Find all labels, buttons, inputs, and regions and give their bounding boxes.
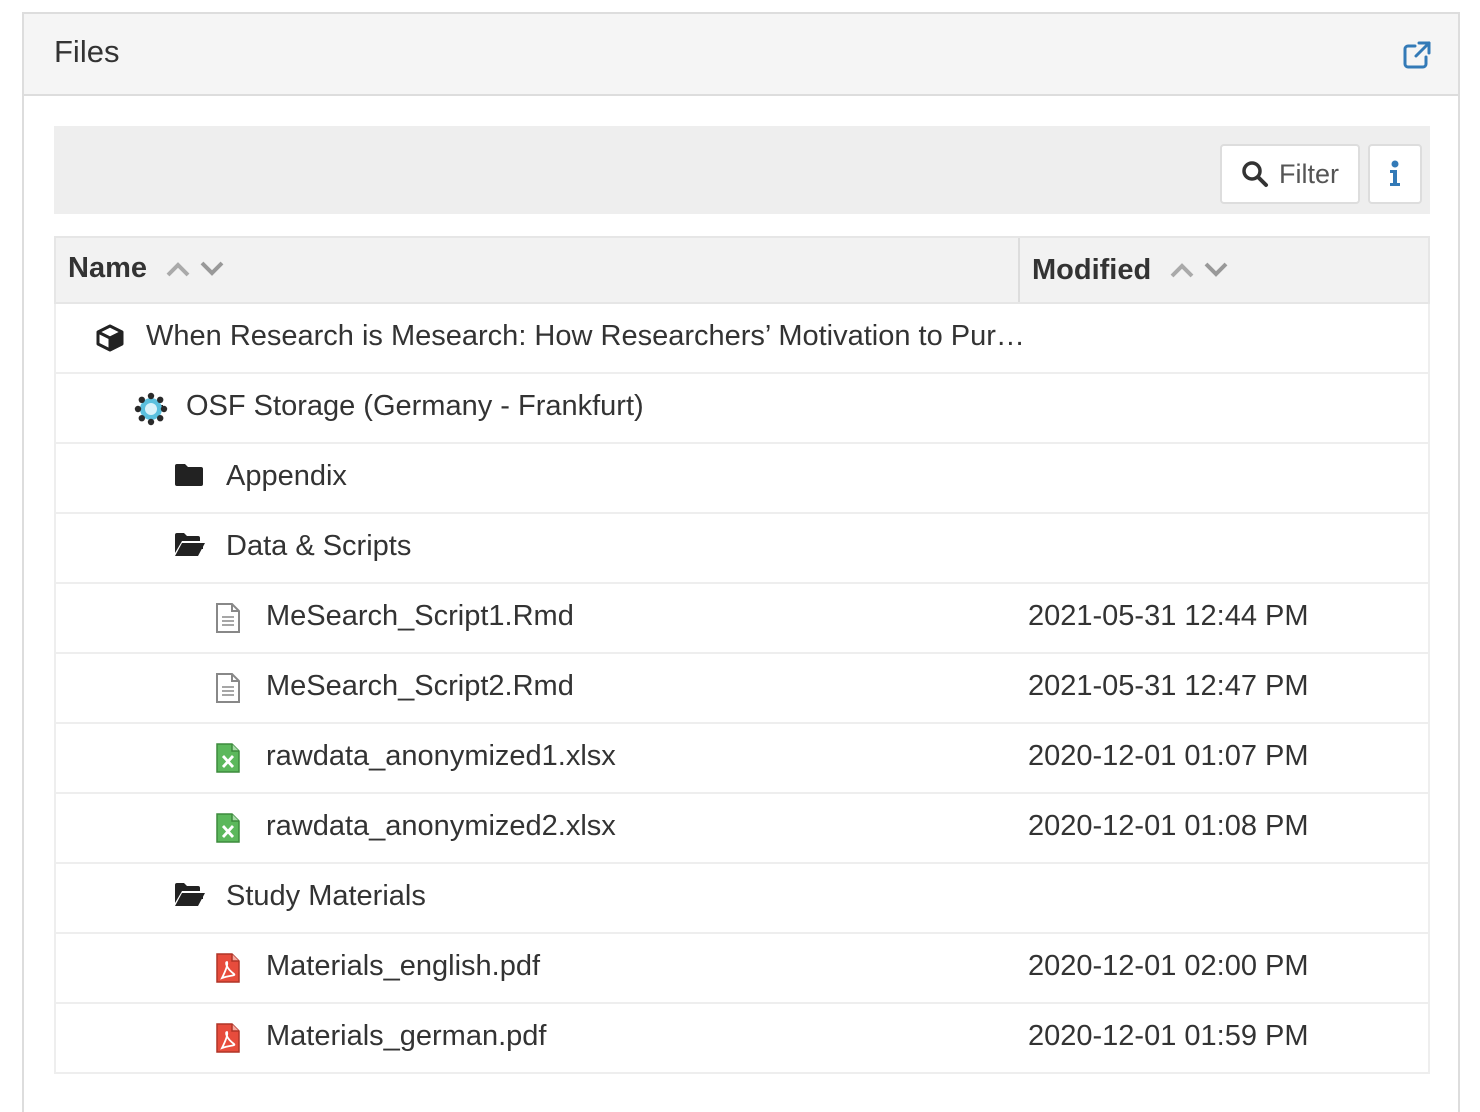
file-name[interactable]: Materials_english.pdf [266,950,540,983]
file-tree-row[interactable]: Materials_english.pdf 2020-12-01 02:00 PM [54,934,1430,1004]
file-name[interactable]: MeSearch_Script2.Rmd [266,670,574,703]
modified-date: 2021-05-31 12:44 PM [1028,600,1309,632]
name-column-header: Name [68,252,225,285]
file-tree-row[interactable]: rawdata_anonymized2.xlsx 2020-12-01 01:08… [54,794,1430,864]
file-name[interactable]: OSF Storage (Germany - Frankfurt) [186,390,644,423]
project-cube-icon [94,322,126,354]
file-name[interactable]: Study Materials [226,880,426,913]
file-name[interactable]: Data & Scripts [226,530,411,563]
files-panel: Files Filter Name Modified When Research… [22,12,1460,1112]
file-tree-row[interactable]: Appendix [54,444,1430,514]
panel-header: Files [24,14,1458,96]
osf-storage-icon [134,392,168,426]
grid-rows: When Research is Mesearch: How Researche… [54,304,1430,1074]
folder-icon [174,462,206,494]
file-name[interactable]: rawdata_anonymized1.xlsx [266,740,616,773]
file-tree-row[interactable]: MeSearch_Script2.Rmd 2021-05-31 12:47 PM [54,654,1430,724]
info-button[interactable] [1368,144,1422,204]
modified-date: 2020-12-01 01:59 PM [1028,1020,1309,1052]
file-tree-row[interactable]: MeSearch_Script1.Rmd 2021-05-31 12:44 PM [54,584,1430,654]
pdf-file-icon [214,952,246,984]
sort-descending-icon[interactable] [199,260,225,278]
text-file-icon [214,672,246,704]
search-icon [1242,161,1268,187]
modified-column-header: Modified [1018,238,1229,302]
info-icon [1390,160,1400,186]
name-column-label: Name [68,252,147,284]
pdf-file-icon [214,1022,246,1054]
file-name[interactable]: MeSearch_Script1.Rmd [266,600,574,633]
file-name[interactable]: Materials_german.pdf [266,1020,546,1053]
modified-column-label: Modified [1032,253,1152,286]
folder-open-icon [174,532,206,564]
text-file-icon [214,602,246,634]
excel-file-icon [214,812,246,844]
file-tree-row[interactable]: Data & Scripts [54,514,1430,584]
file-tree-row[interactable]: Materials_german.pdf 2020-12-01 01:59 PM [54,1004,1430,1074]
modified-date: 2020-12-01 02:00 PM [1028,950,1309,982]
modified-date: 2020-12-01 01:07 PM [1028,740,1309,772]
sort-ascending-icon[interactable] [1169,261,1195,279]
modified-date: 2020-12-01 01:08 PM [1028,810,1309,842]
file-tree-row[interactable]: OSF Storage (Germany - Frankfurt) [54,374,1430,444]
file-toolbar: Filter [54,126,1430,214]
file-grid: Name Modified When Research is Mesearch:… [54,236,1430,1074]
filter-button[interactable]: Filter [1220,144,1360,204]
file-name[interactable]: Appendix [226,460,347,493]
sort-descending-icon[interactable] [1203,261,1229,279]
file-tree-row[interactable]: rawdata_anonymized1.xlsx 2020-12-01 01:07… [54,724,1430,794]
filter-label: Filter [1279,158,1339,189]
panel-title: Files [54,34,120,69]
file-name[interactable]: rawdata_anonymized2.xlsx [266,810,616,843]
file-tree-row[interactable]: When Research is Mesearch: How Researche… [54,304,1430,374]
grid-header: Name Modified [54,236,1430,304]
folder-open-icon [174,882,206,914]
file-name[interactable]: When Research is Mesearch: How Researche… [146,320,1025,353]
modified-date: 2021-05-31 12:47 PM [1028,670,1309,702]
external-link-icon[interactable] [1402,40,1432,70]
file-tree-row[interactable]: Study Materials [54,864,1430,934]
excel-file-icon [214,742,246,774]
sort-ascending-icon[interactable] [165,260,191,278]
